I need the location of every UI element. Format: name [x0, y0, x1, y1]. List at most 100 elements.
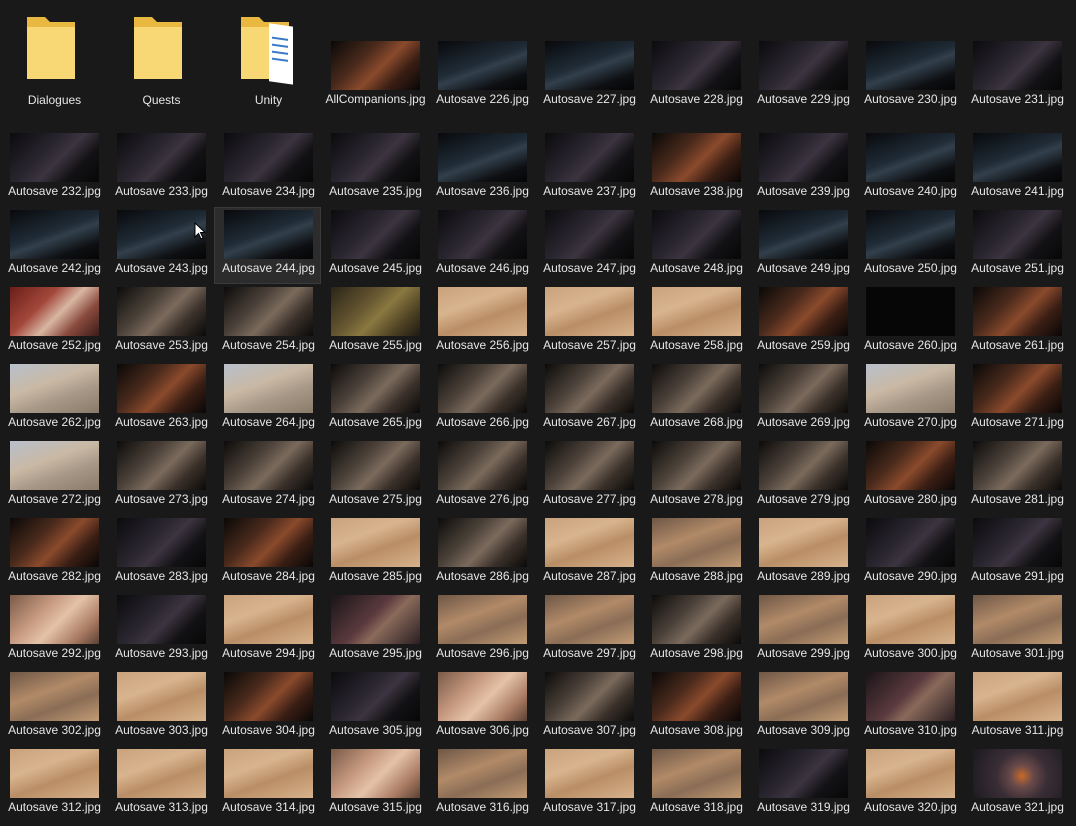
- file-item[interactable]: Autosave 287.jpg: [535, 515, 642, 592]
- file-item[interactable]: Autosave 284.jpg: [214, 515, 321, 592]
- file-item[interactable]: Autosave 264.jpg: [214, 361, 321, 438]
- file-item[interactable]: Autosave 259.jpg: [749, 284, 856, 361]
- file-item[interactable]: Autosave 278.jpg: [642, 438, 749, 515]
- folder-item[interactable]: Unity: [214, 6, 321, 116]
- file-item[interactable]: Autosave 306.jpg: [428, 669, 535, 746]
- file-item[interactable]: Autosave 237.jpg: [535, 130, 642, 207]
- file-item[interactable]: Autosave 270.jpg: [856, 361, 963, 438]
- file-item[interactable]: Autosave 266.jpg: [428, 361, 535, 438]
- file-item[interactable]: Autosave 244.jpg: [214, 207, 321, 284]
- file-item[interactable]: Autosave 307.jpg: [535, 669, 642, 746]
- file-item[interactable]: Autosave 280.jpg: [856, 438, 963, 515]
- file-item[interactable]: Autosave 303.jpg: [107, 669, 214, 746]
- file-item[interactable]: Autosave 260.jpg: [856, 284, 963, 361]
- file-item[interactable]: Autosave 254.jpg: [214, 284, 321, 361]
- file-item[interactable]: Autosave 241.jpg: [963, 130, 1070, 207]
- file-item[interactable]: Autosave 245.jpg: [321, 207, 428, 284]
- file-item[interactable]: Autosave 227.jpg: [535, 38, 642, 115]
- file-item[interactable]: Autosave 301.jpg: [963, 592, 1070, 669]
- file-item[interactable]: Autosave 231.jpg: [963, 38, 1070, 115]
- file-item[interactable]: Autosave 276.jpg: [428, 438, 535, 515]
- file-item[interactable]: Autosave 314.jpg: [214, 746, 321, 823]
- file-item[interactable]: Autosave 229.jpg: [749, 38, 856, 115]
- file-item[interactable]: Autosave 281.jpg: [963, 438, 1070, 515]
- file-item[interactable]: Autosave 262.jpg: [0, 361, 107, 438]
- file-item[interactable]: Autosave 288.jpg: [642, 515, 749, 592]
- file-item[interactable]: Autosave 250.jpg: [856, 207, 963, 284]
- file-item[interactable]: Autosave 313.jpg: [107, 746, 214, 823]
- file-item[interactable]: Autosave 251.jpg: [963, 207, 1070, 284]
- file-item[interactable]: Autosave 299.jpg: [749, 592, 856, 669]
- file-item[interactable]: Autosave 312.jpg: [0, 746, 107, 823]
- file-item[interactable]: Autosave 253.jpg: [107, 284, 214, 361]
- file-item[interactable]: Autosave 300.jpg: [856, 592, 963, 669]
- file-item[interactable]: Autosave 298.jpg: [642, 592, 749, 669]
- file-item[interactable]: Autosave 320.jpg: [856, 746, 963, 823]
- file-item[interactable]: Autosave 226.jpg: [428, 38, 535, 115]
- file-item[interactable]: Autosave 319.jpg: [749, 746, 856, 823]
- file-item[interactable]: Autosave 236.jpg: [428, 130, 535, 207]
- file-item[interactable]: Autosave 265.jpg: [321, 361, 428, 438]
- file-item[interactable]: Autosave 235.jpg: [321, 130, 428, 207]
- file-item[interactable]: Autosave 242.jpg: [0, 207, 107, 284]
- file-item[interactable]: Autosave 256.jpg: [428, 284, 535, 361]
- file-item[interactable]: Autosave 291.jpg: [963, 515, 1070, 592]
- file-item[interactable]: Autosave 294.jpg: [214, 592, 321, 669]
- file-item[interactable]: Autosave 296.jpg: [428, 592, 535, 669]
- file-item[interactable]: Autosave 258.jpg: [642, 284, 749, 361]
- folder-item[interactable]: Dialogues: [0, 6, 107, 116]
- file-item[interactable]: Autosave 279.jpg: [749, 438, 856, 515]
- file-item[interactable]: Autosave 246.jpg: [428, 207, 535, 284]
- file-item[interactable]: AllCompanions.jpg: [321, 38, 428, 115]
- file-item[interactable]: Autosave 273.jpg: [107, 438, 214, 515]
- file-item[interactable]: Autosave 289.jpg: [749, 515, 856, 592]
- file-item[interactable]: Autosave 290.jpg: [856, 515, 963, 592]
- file-item[interactable]: Autosave 277.jpg: [535, 438, 642, 515]
- file-item[interactable]: Autosave 305.jpg: [321, 669, 428, 746]
- file-item[interactable]: Autosave 233.jpg: [107, 130, 214, 207]
- file-item[interactable]: Autosave 263.jpg: [107, 361, 214, 438]
- file-item[interactable]: Autosave 272.jpg: [0, 438, 107, 515]
- file-item[interactable]: Autosave 308.jpg: [642, 669, 749, 746]
- file-item[interactable]: Autosave 269.jpg: [749, 361, 856, 438]
- file-item[interactable]: Autosave 318.jpg: [642, 746, 749, 823]
- file-item[interactable]: Autosave 232.jpg: [0, 130, 107, 207]
- file-item[interactable]: Autosave 283.jpg: [107, 515, 214, 592]
- file-item[interactable]: Autosave 261.jpg: [963, 284, 1070, 361]
- file-item[interactable]: Autosave 247.jpg: [535, 207, 642, 284]
- file-item[interactable]: Autosave 293.jpg: [107, 592, 214, 669]
- file-item[interactable]: Autosave 257.jpg: [535, 284, 642, 361]
- file-item[interactable]: Autosave 285.jpg: [321, 515, 428, 592]
- file-item[interactable]: Autosave 295.jpg: [321, 592, 428, 669]
- file-item[interactable]: Autosave 240.jpg: [856, 130, 963, 207]
- folder-item[interactable]: Quests: [107, 6, 214, 116]
- file-item[interactable]: Autosave 316.jpg: [428, 746, 535, 823]
- file-item[interactable]: Autosave 239.jpg: [749, 130, 856, 207]
- file-item[interactable]: Autosave 297.jpg: [535, 592, 642, 669]
- file-item[interactable]: Autosave 238.jpg: [642, 130, 749, 207]
- file-item[interactable]: Autosave 255.jpg: [321, 284, 428, 361]
- file-item[interactable]: Autosave 317.jpg: [535, 746, 642, 823]
- file-item[interactable]: Autosave 304.jpg: [214, 669, 321, 746]
- file-item[interactable]: Autosave 310.jpg: [856, 669, 963, 746]
- file-item[interactable]: Autosave 268.jpg: [642, 361, 749, 438]
- file-item[interactable]: Autosave 267.jpg: [535, 361, 642, 438]
- file-item[interactable]: Autosave 243.jpg: [107, 207, 214, 284]
- file-item[interactable]: Autosave 248.jpg: [642, 207, 749, 284]
- file-item[interactable]: Autosave 286.jpg: [428, 515, 535, 592]
- file-item[interactable]: Autosave 275.jpg: [321, 438, 428, 515]
- file-item[interactable]: Autosave 311.jpg: [963, 669, 1070, 746]
- file-item[interactable]: Autosave 321.jpg: [963, 746, 1070, 823]
- file-item[interactable]: Autosave 271.jpg: [963, 361, 1070, 438]
- file-item[interactable]: Autosave 302.jpg: [0, 669, 107, 746]
- file-item[interactable]: Autosave 252.jpg: [0, 284, 107, 361]
- file-item[interactable]: Autosave 274.jpg: [214, 438, 321, 515]
- file-item[interactable]: Autosave 315.jpg: [321, 746, 428, 823]
- file-item[interactable]: Autosave 282.jpg: [0, 515, 107, 592]
- file-item[interactable]: Autosave 249.jpg: [749, 207, 856, 284]
- file-item[interactable]: Autosave 292.jpg: [0, 592, 107, 669]
- file-item[interactable]: Autosave 234.jpg: [214, 130, 321, 207]
- file-item[interactable]: Autosave 309.jpg: [749, 669, 856, 746]
- file-item[interactable]: Autosave 230.jpg: [856, 38, 963, 115]
- file-item[interactable]: Autosave 228.jpg: [642, 38, 749, 115]
